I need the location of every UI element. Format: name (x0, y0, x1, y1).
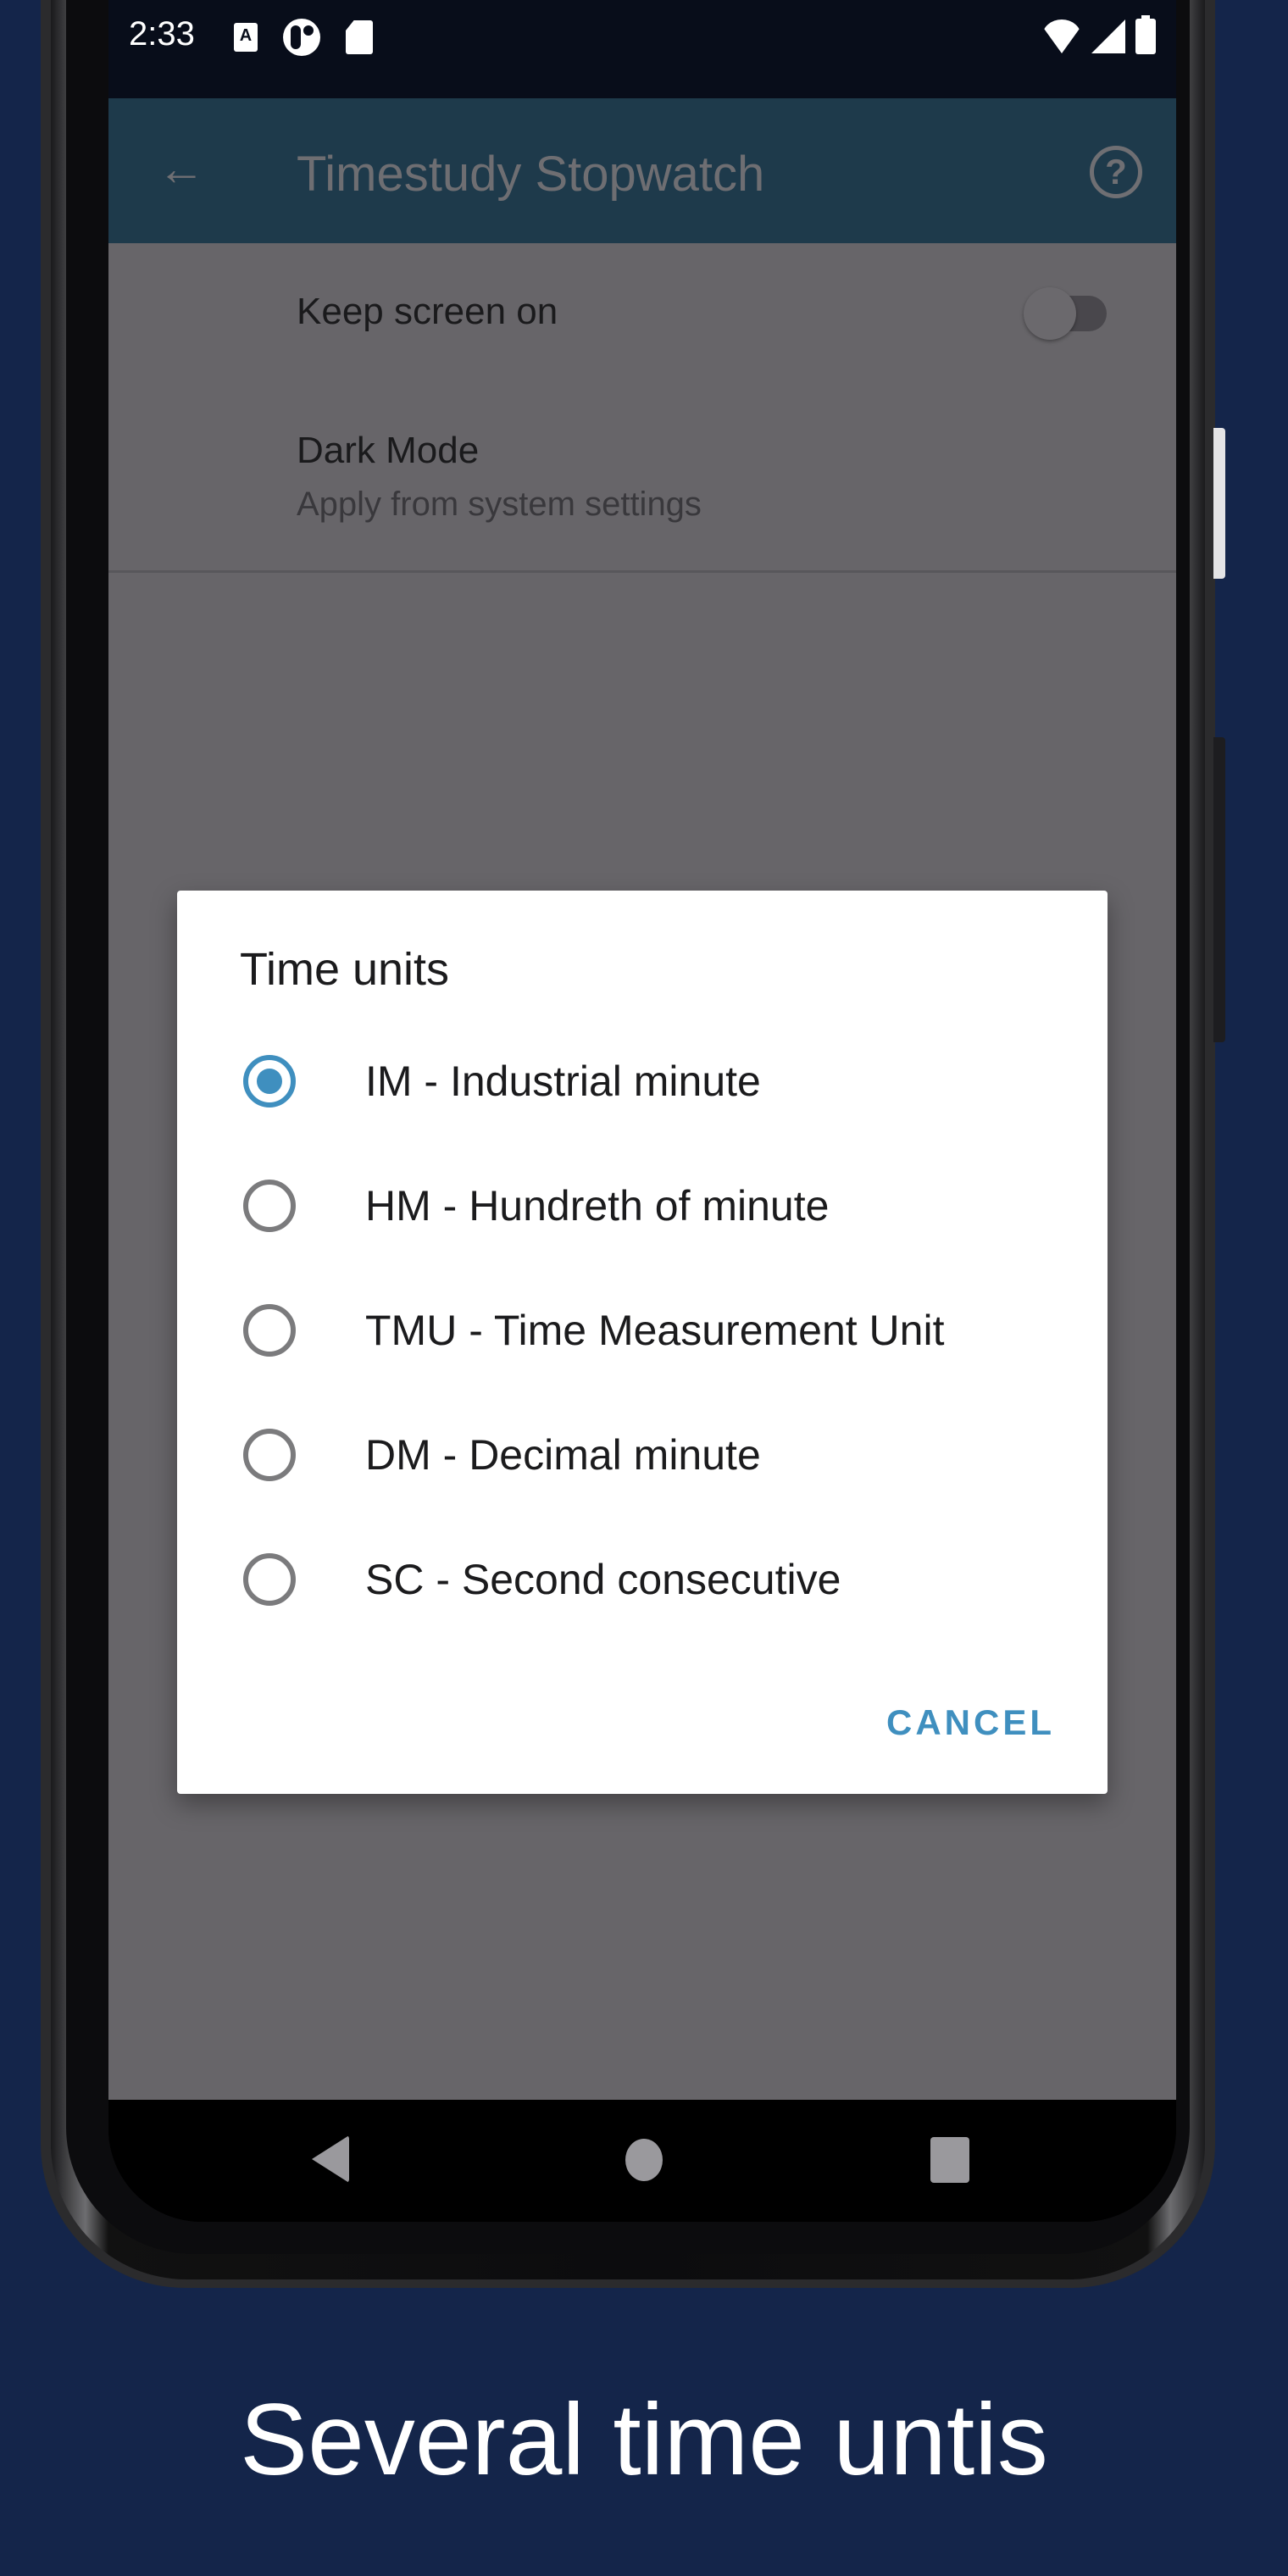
wifi-icon (1042, 19, 1081, 53)
option-label: SC - Second consecutive (365, 1556, 841, 1603)
option-label: TMU - Time Measurement Unit (365, 1307, 945, 1354)
option-hm[interactable]: HM - Hundreth of minute (177, 1142, 1108, 1267)
nav-back-icon[interactable] (312, 2135, 349, 2183)
notification-o-icon (283, 19, 320, 56)
status-time: 2:33 (129, 15, 195, 53)
promo-stage: 2:33 A ← Timestudy Stopwatch ? Keep scre… (0, 0, 1288, 2576)
option-sc[interactable]: SC - Second consecutive (177, 1516, 1108, 1641)
dialog-title: Time units (240, 944, 450, 995)
radio-checked-icon[interactable] (243, 1055, 296, 1108)
radio-unchecked-icon[interactable] (243, 1180, 296, 1232)
accessibility-a-icon: A (234, 23, 258, 52)
option-tmu[interactable]: TMU - Time Measurement Unit (177, 1267, 1108, 1391)
radio-unchecked-icon[interactable] (243, 1553, 296, 1606)
settings-content: Keep screen on Dark Mode Apply from syst… (108, 243, 1176, 2100)
volume-button (1213, 737, 1225, 1042)
status-icons-left: A (234, 19, 373, 56)
cell-signal-icon (1091, 19, 1125, 53)
toggle-thumb (1024, 287, 1076, 340)
promo-caption: Several time untis (240, 2383, 1048, 2496)
divider (108, 570, 1176, 573)
nav-recents-icon[interactable] (930, 2137, 969, 2183)
app-bar: ← Timestudy Stopwatch ? (108, 98, 1176, 243)
cancel-button[interactable]: CANCEL (886, 1702, 1055, 1743)
dark-mode-summary: Apply from system settings (297, 486, 702, 523)
power-button (1213, 428, 1225, 579)
help-icon[interactable]: ? (1090, 146, 1142, 198)
phone-screen: 2:33 A ← Timestudy Stopwatch ? Keep scre… (108, 0, 1176, 2222)
nav-home-icon[interactable] (625, 2139, 663, 2181)
dark-mode-label[interactable]: Dark Mode (297, 430, 479, 472)
option-label: IM - Industrial minute (365, 1058, 761, 1105)
back-arrow-icon[interactable]: ← (158, 145, 205, 196)
status-icons-right (1042, 15, 1156, 54)
battery-icon (1135, 15, 1156, 54)
app-title: Timestudy Stopwatch (297, 147, 765, 202)
sd-card-icon (346, 20, 373, 54)
option-dm[interactable]: DM - Decimal minute (177, 1391, 1108, 1516)
time-units-dialog: Time units IM - Industrial minute HM - H… (177, 891, 1108, 1794)
radio-unchecked-icon[interactable] (243, 1429, 296, 1481)
navigation-bar (108, 2100, 1176, 2222)
option-label: HM - Hundreth of minute (365, 1182, 830, 1230)
radio-unchecked-icon[interactable] (243, 1304, 296, 1357)
status-bar: 2:33 A (108, 0, 1176, 98)
option-im[interactable]: IM - Industrial minute (177, 1018, 1108, 1142)
keep-screen-on-toggle[interactable] (1024, 286, 1112, 340)
keep-screen-on-label[interactable]: Keep screen on (297, 291, 558, 333)
option-label: DM - Decimal minute (365, 1431, 761, 1479)
